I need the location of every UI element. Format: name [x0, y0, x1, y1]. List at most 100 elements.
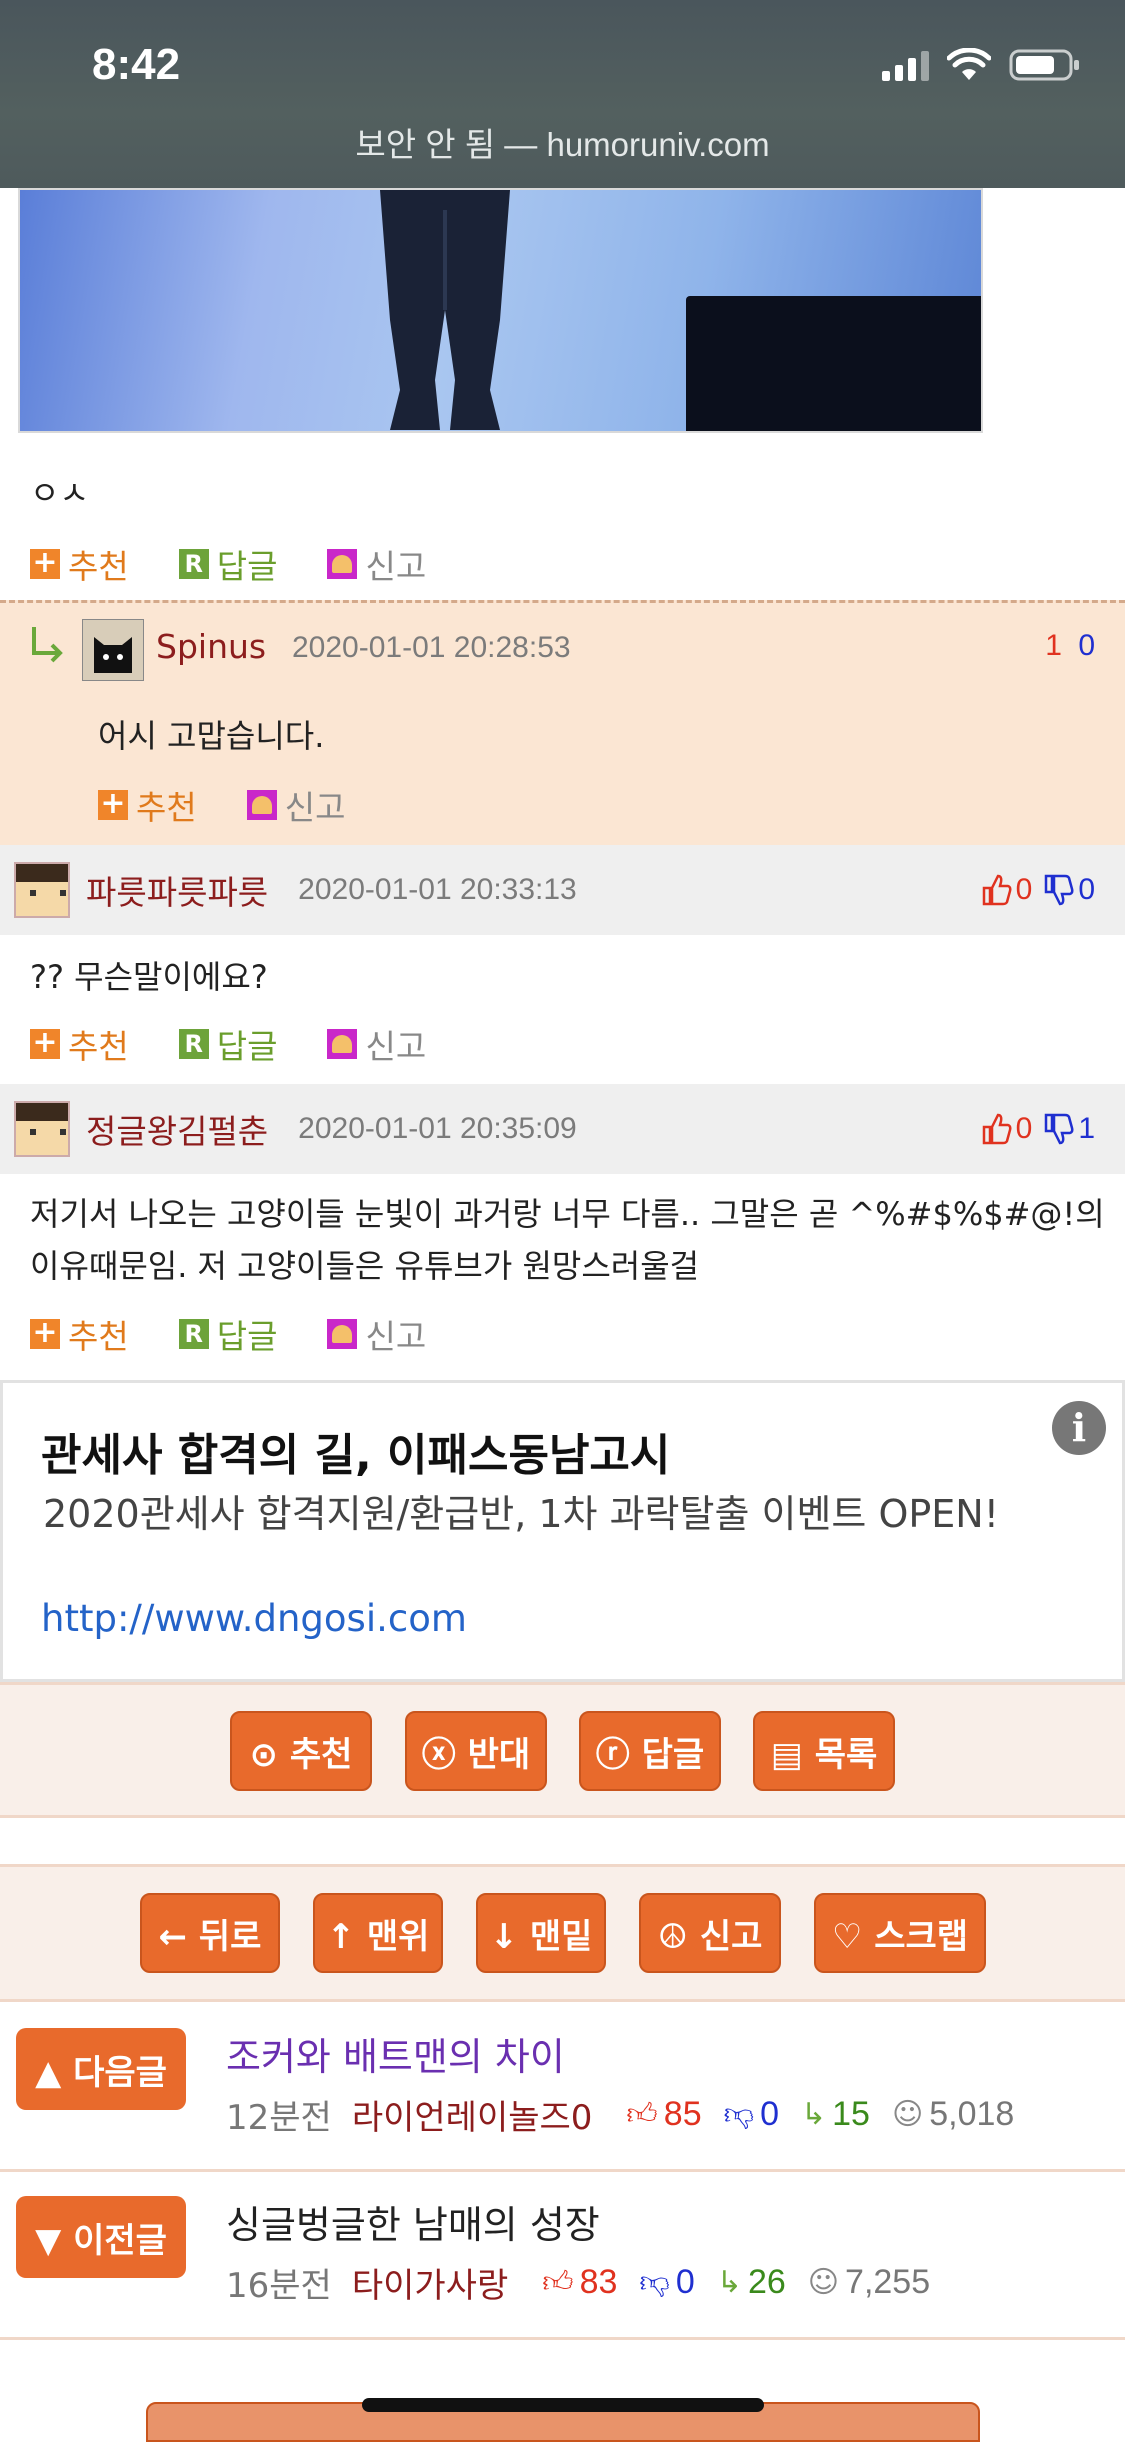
plus-icon: + — [98, 789, 128, 820]
post-views: 7,255 — [845, 2263, 931, 2301]
ad-link[interactable]: http://www.dngosi.com — [41, 1597, 467, 1640]
post-actions: + 추천 R 답글 신고 — [30, 540, 476, 588]
comment-date: 2020-01-01 20:35:09 — [298, 1112, 577, 1145]
prev-post-title[interactable]: 싱글벙글한 남매의 성장 — [226, 2194, 600, 2249]
scroll-bottom-button[interactable]: ↓ 맨밑 — [476, 1893, 606, 1973]
post-likes: 85 — [663, 2095, 702, 2133]
ad-banner[interactable]: 관세사 합격의 길, 이패스동남고시 2020관세사 합격지원/환급반, 1차 … — [0, 1380, 1125, 1682]
post-replies: 26 — [747, 2263, 786, 2301]
comment-up-count: 0 — [1015, 873, 1033, 906]
reply-arrow-icon: ↳ — [800, 2097, 827, 2132]
ad-title[interactable]: 관세사 합격의 길, 이패스동남고시 — [41, 1419, 670, 1483]
back-button[interactable]: ← 뒤로 — [140, 1893, 280, 1973]
list-button[interactable]: ▤ 목록 — [753, 1711, 895, 1791]
reply-comment: Spinus 2020-01-01 20:28:53 1 0 어시 고맙습니다.… — [0, 600, 1125, 845]
reply-post-button[interactable]: ⓡ 답글 — [579, 1711, 721, 1791]
recommend-label: 추천 — [68, 547, 129, 586]
reply-arrow-icon: ↳ — [716, 2265, 742, 2300]
post-replies: 15 — [832, 2095, 870, 2133]
status-time: 8:42 — [92, 40, 181, 89]
views-face-icon: ☺ — [891, 2097, 924, 2132]
reply-label: 답글 — [216, 1317, 278, 1356]
post-author: 타이가사랑 — [351, 2266, 509, 2306]
prev-post-button[interactable]: ▼ 이전글 — [16, 2196, 186, 2278]
reply-date: 2020-01-01 20:28:53 — [292, 631, 571, 664]
recommend-label: 추천 — [68, 1027, 129, 1066]
reply-arrow-icon — [32, 627, 63, 663]
reply-votes: 1 0 — [1045, 629, 1095, 663]
thumbs-up-icon[interactable] — [980, 1113, 1012, 1145]
thumbs-up-icon: 👍︎ — [542, 2264, 574, 2300]
reply-button[interactable]: R 답글 — [178, 1020, 278, 1068]
post-views: 5,018 — [929, 2095, 1015, 2133]
report-button[interactable]: 신고 — [327, 1310, 426, 1358]
views-face-icon: ☺ — [807, 2265, 840, 2300]
plus-icon: + — [30, 1318, 60, 1349]
next-post-button[interactable]: ▲ 다음글 — [16, 2028, 186, 2110]
report-label: 신고 — [365, 547, 427, 586]
page-nav-bar: ← 뒤로 ↑ 맨위 ↓ 맨밑 ☮ 신고 ♡ 스크랩 — [0, 1864, 1125, 2002]
reply-r-icon: R — [178, 1029, 209, 1059]
post-author: 라이언레이놀즈0 — [351, 2098, 593, 2138]
prev-post-row[interactable]: ▼ 이전글 싱글벙글한 남매의 성장 16분전 타이가사랑 👍︎ 83 👎︎ 0… — [0, 2172, 1125, 2340]
next-post-row[interactable]: ▲ 다음글 조커와 배트맨의 차이 12분전 라이언레이놀즈0 👍︎ 85 👎︎… — [0, 2004, 1125, 2172]
scroll-top-button[interactable]: ↑ 맨위 — [313, 1893, 443, 1973]
comment-actions: + 추천 R 답글 신고 — [30, 1310, 476, 1358]
report-button[interactable]: 신고 — [327, 1020, 426, 1068]
report-button[interactable]: 신고 — [246, 781, 346, 829]
wifi-icon — [947, 48, 991, 80]
recommend-button[interactable]: + 추천 — [30, 1310, 129, 1358]
url-bar[interactable]: 보안 안 됨 — humoruniv.com — [0, 118, 1125, 166]
reply-button[interactable]: R 답글 — [178, 1310, 278, 1358]
report-button[interactable]: 신고 — [327, 540, 426, 588]
comment-text: 저기서 나오는 고양이들 눈빛이 과거랑 너무 다름.. 그말은 곧 ^%#$%… — [30, 1195, 1105, 1285]
report-post-button[interactable]: ☮ 신고 — [639, 1893, 781, 1973]
thumbs-down-icon[interactable] — [1042, 874, 1074, 906]
recommend-button[interactable]: + 추천 — [30, 1020, 129, 1068]
battery-icon — [1009, 49, 1079, 81]
scrap-button[interactable]: ♡ 스크랩 — [814, 1893, 986, 1973]
thumbs-up-icon: 👍︎ — [626, 2096, 658, 2132]
siren-icon — [327, 1029, 358, 1059]
status-icons — [882, 48, 1081, 82]
comment-votes: 0 1 — [980, 1112, 1095, 1146]
person-legs-image — [380, 190, 510, 430]
thumbs-down-icon[interactable] — [1042, 1113, 1074, 1145]
comment-author[interactable]: 정글왕김펄춘 — [86, 1105, 268, 1153]
recommend-label: 추천 — [68, 1317, 129, 1356]
home-indicator — [362, 2398, 764, 2412]
oppose-vote-button[interactable]: ⓧ 반대 — [405, 1711, 547, 1791]
comment-author[interactable]: 파릇파릇파릇 — [86, 866, 268, 914]
comment-actions: + 추천 R 답글 신고 — [30, 1020, 476, 1068]
post-dislikes: 0 — [675, 2263, 695, 2301]
reply-button[interactable]: R 답글 — [178, 540, 278, 588]
plus-icon: + — [30, 1028, 60, 1059]
plus-icon: + — [30, 548, 60, 579]
thumbs-down-icon: 👎︎ — [639, 2264, 670, 2300]
avatar — [14, 1101, 70, 1157]
avatar — [14, 862, 70, 918]
next-post-title[interactable]: 조커와 배트맨의 차이 — [226, 2026, 565, 2081]
reply-label: 답글 — [216, 547, 278, 586]
info-icon[interactable]: i — [1052, 1401, 1106, 1455]
post-likes: 83 — [579, 2263, 618, 2301]
thumbs-up-icon[interactable] — [980, 874, 1012, 906]
report-label: 신고 — [365, 1317, 427, 1356]
reply-author[interactable]: Spinus — [156, 627, 266, 666]
vote-button-bar: ⊙ 추천 ⓧ 반대 ⓡ 답글 ▤ 목록 — [0, 1682, 1125, 1818]
reply-vote-down: 0 — [1078, 629, 1095, 662]
post-age: 12분전 — [226, 2098, 332, 2138]
recommend-vote-button[interactable]: ⊙ 추천 — [230, 1711, 372, 1791]
comment-up-count: 0 — [1015, 1112, 1033, 1145]
recommend-button[interactable]: + 추천 — [98, 781, 197, 829]
prev-post-meta: 16분전 타이가사랑 👍︎ 83 👎︎ 0 ↳ 26 ☺ 7,255 — [226, 2258, 952, 2307]
report-label: 신고 — [284, 788, 346, 827]
reply-label: 답글 — [216, 1027, 278, 1066]
recommend-button[interactable]: + 추천 — [30, 540, 129, 588]
comment-date: 2020-01-01 20:33:13 — [298, 873, 577, 906]
post-dislikes: 0 — [760, 2095, 779, 2133]
comment-header: 정글왕김펄춘 2020-01-01 20:35:09 0 1 — [0, 1084, 1125, 1174]
cellular-signal-icon — [882, 49, 929, 81]
reply-vote-up: 1 — [1045, 629, 1062, 662]
post-age: 16분전 — [226, 2266, 332, 2306]
